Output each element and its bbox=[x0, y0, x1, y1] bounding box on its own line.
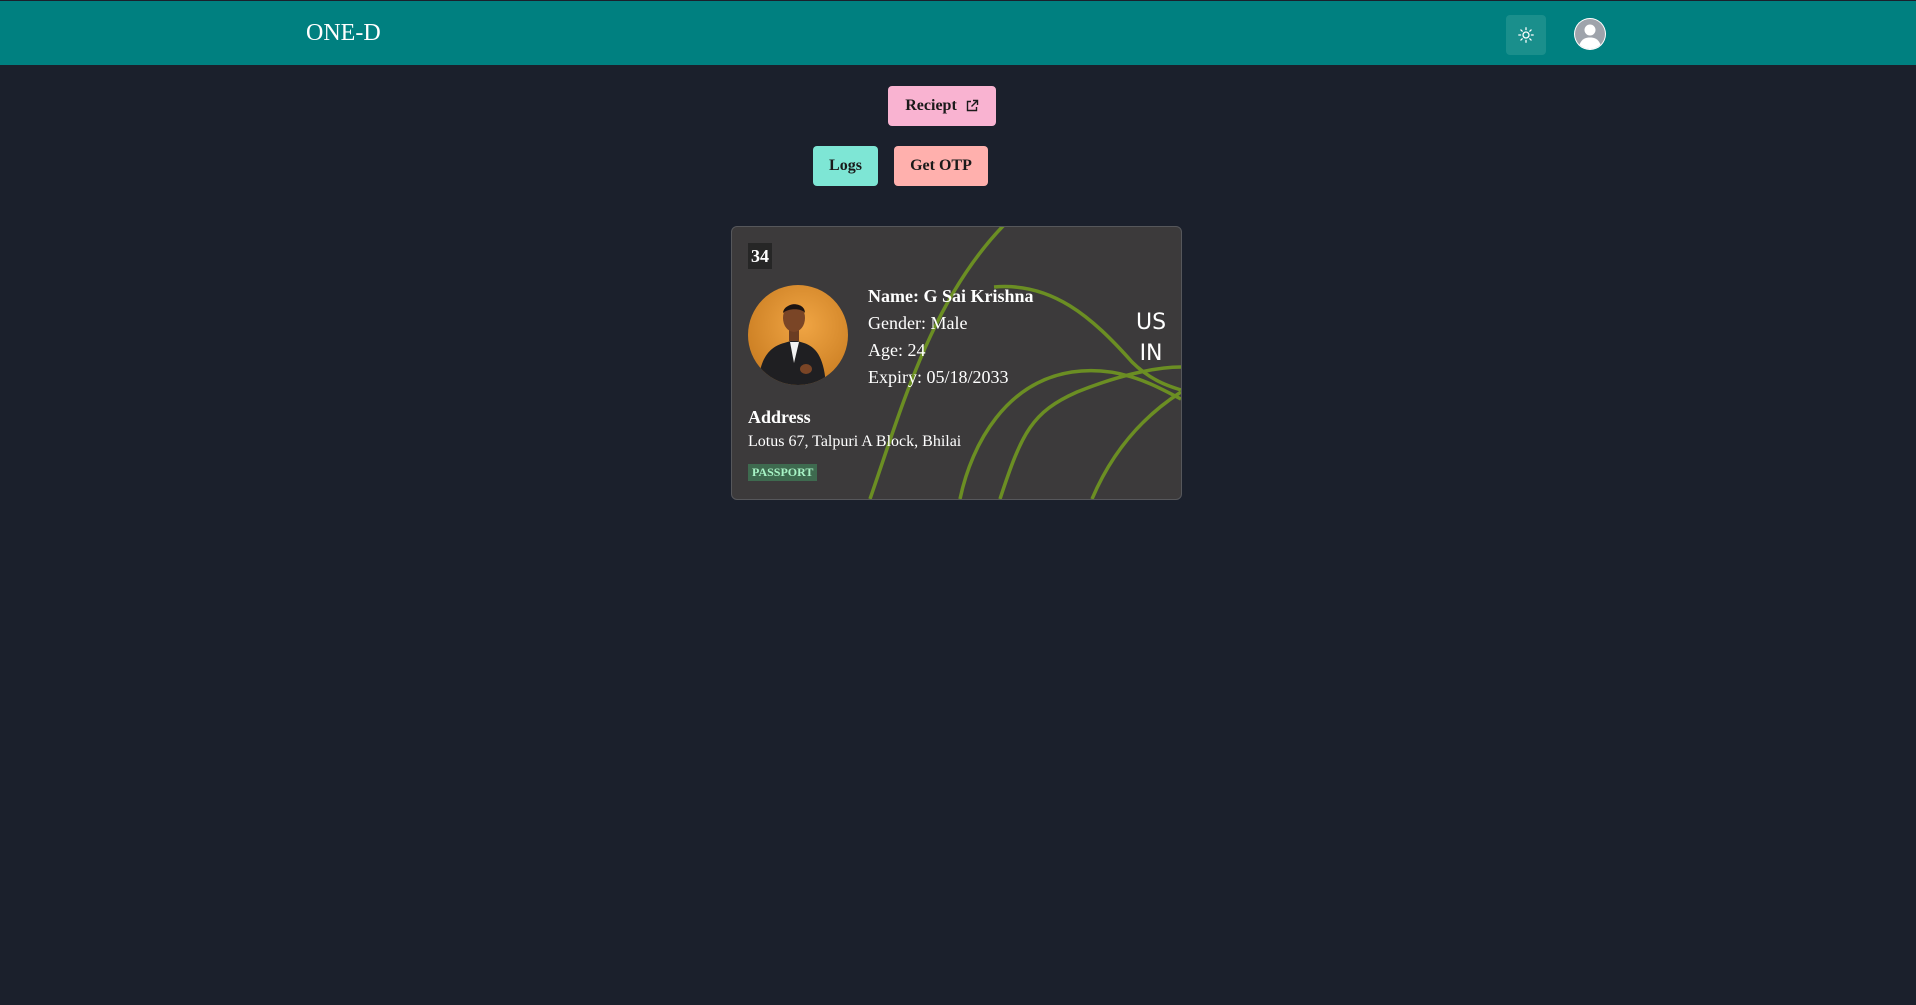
logs-button[interactable]: Logs bbox=[813, 146, 878, 186]
card-expiry: Expiry: 05/18/2033 bbox=[868, 367, 1009, 387]
country-code-secondary: IN bbox=[1139, 341, 1163, 366]
account-avatar-button[interactable] bbox=[1574, 18, 1606, 50]
address-heading: Address bbox=[748, 407, 811, 427]
country-code-primary: US bbox=[1136, 310, 1167, 335]
address-text: Lotus 67, Talpuri A Block, Bhilai bbox=[748, 433, 962, 450]
receipt-label: Reciept bbox=[905, 97, 957, 114]
id-card: 34 Name: G Sai Krishna Gender: Male Age:… bbox=[731, 226, 1182, 500]
get-otp-button[interactable]: Get OTP bbox=[894, 146, 988, 186]
card-name: Name: G Sai Krishna bbox=[868, 286, 1034, 306]
card-gender: Gender: Male bbox=[868, 313, 968, 333]
sun-icon bbox=[1518, 27, 1534, 43]
external-link-icon bbox=[966, 99, 978, 112]
top-navbar: ONE-D bbox=[0, 1, 1916, 65]
brand-title[interactable]: ONE-D bbox=[306, 19, 381, 47]
user-avatar-icon bbox=[1574, 18, 1606, 50]
card-personal-info: Name: G Sai Krishna Gender: Male Age: 24… bbox=[868, 283, 1034, 391]
theme-toggle-button[interactable] bbox=[1506, 15, 1546, 55]
receipt-button[interactable]: Reciept bbox=[888, 86, 996, 126]
card-country-codes: US IN bbox=[1136, 307, 1166, 369]
card-age: Age: 24 bbox=[868, 340, 926, 360]
card-id-badge: 34 bbox=[748, 243, 772, 269]
profile-photo bbox=[748, 285, 848, 385]
document-type-badge: PASSPORT bbox=[748, 464, 818, 481]
